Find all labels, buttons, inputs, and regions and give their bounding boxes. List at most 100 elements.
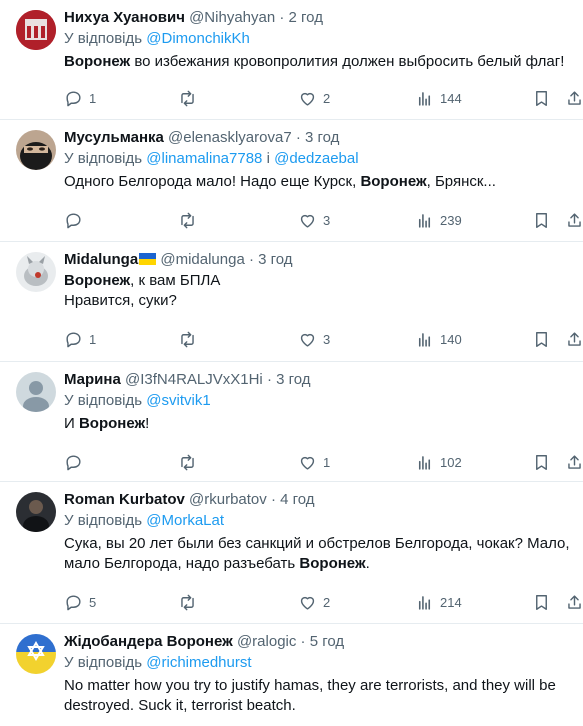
retweet-icon <box>178 453 197 472</box>
timestamp[interactable]: 2 год <box>289 9 323 26</box>
reply-mention-link[interactable]: @dedzaebal <box>274 150 358 167</box>
bookmark-button[interactable] <box>532 327 551 351</box>
timestamp[interactable]: 3 год <box>258 251 292 268</box>
retweet-icon <box>178 89 197 108</box>
timestamp[interactable]: 3 год <box>305 129 339 146</box>
share-icon <box>565 593 583 612</box>
views-button[interactable]: 144 <box>415 86 462 110</box>
tweet[interactable]: Midalunga @midalunga · 3 год Воронеж, к … <box>0 242 583 362</box>
separator-dot: · <box>270 491 276 508</box>
share-icon <box>565 453 583 472</box>
share-icon <box>565 89 583 108</box>
tweet[interactable]: Roman Kurbatov @rkurbatov · 4 год У відп… <box>0 482 583 624</box>
bookmark-button[interactable] <box>532 86 551 110</box>
tweet-text-bold: Воронеж <box>64 53 131 70</box>
tweet[interactable]: Нихуа Хуанович @Nihyahyan · 2 год У відп… <box>0 0 583 120</box>
views-icon <box>415 453 434 472</box>
retweet-button[interactable] <box>178 450 197 474</box>
separator-dot: · <box>279 9 285 26</box>
user-handle[interactable]: @rkurbatov <box>189 491 267 508</box>
user-handle[interactable]: @ralogic <box>237 633 296 650</box>
avatar[interactable] <box>16 252 56 292</box>
like-button[interactable]: 2 <box>298 590 330 614</box>
retweet-button[interactable] <box>178 327 197 351</box>
display-name[interactable]: Midalunga <box>64 251 138 268</box>
views-button[interactable]: 102 <box>415 450 462 474</box>
bookmark-button[interactable] <box>532 590 551 614</box>
display-name[interactable]: Roman Kurbatov <box>64 491 185 508</box>
user-handle[interactable]: @midalunga <box>160 251 244 268</box>
reply-icon <box>64 593 83 612</box>
reply-mention-link[interactable]: @richimedhurst <box>146 654 251 671</box>
display-name[interactable]: Марина <box>64 371 121 388</box>
avatar[interactable] <box>16 130 56 170</box>
share-button[interactable] <box>565 450 583 474</box>
bookmark-button[interactable] <box>532 208 551 232</box>
share-button[interactable] <box>565 208 583 232</box>
like-button[interactable]: 3 <box>298 208 330 232</box>
timestamp[interactable]: 3 год <box>276 371 310 388</box>
views-button[interactable]: 239 <box>415 208 462 232</box>
action-bar: 1 102 <box>60 450 583 474</box>
reply-button[interactable]: 5 <box>64 590 96 614</box>
reply-button[interactable] <box>64 450 89 474</box>
tweet[interactable]: Марина @I3fN4RALJVxX1Hi · 3 год У відпов… <box>0 362 583 482</box>
retweet-button[interactable] <box>178 590 197 614</box>
views-count: 144 <box>440 90 462 106</box>
avatar[interactable] <box>16 634 56 674</box>
share-button[interactable] <box>565 86 583 110</box>
reply-joiner: і <box>266 150 270 167</box>
user-handle[interactable]: @Nihyahyan <box>189 9 275 26</box>
separator-dot: · <box>248 251 254 268</box>
tweet[interactable]: Жідобандера Воронеж @ralogic · 5 год У в… <box>0 624 583 726</box>
likes-count: 3 <box>323 331 331 347</box>
replies-count: 1 <box>89 331 97 347</box>
reply-mention-link[interactable]: @MorkaLat <box>146 512 224 529</box>
share-button[interactable] <box>565 327 583 351</box>
reply-mention-link[interactable]: @svitvik1 <box>146 392 210 409</box>
tweet-text-span: Одного Белгорода мало! Надо еще Курск, <box>64 173 361 190</box>
reply-button[interactable]: 1 <box>64 327 96 351</box>
reply-button[interactable]: 1 <box>64 86 96 110</box>
tweet-text-bold: Воронеж <box>64 272 131 289</box>
like-button[interactable]: 3 <box>298 327 330 351</box>
retweet-button[interactable] <box>178 208 197 232</box>
bookmark-icon <box>532 593 551 612</box>
tweet[interactable]: Мусульманка @elenasklyarova7 · 3 год У в… <box>0 120 583 242</box>
timestamp[interactable]: 5 год <box>310 633 344 650</box>
views-icon <box>415 211 434 230</box>
share-button[interactable] <box>565 590 583 614</box>
views-button[interactable]: 214 <box>415 590 462 614</box>
user-handle[interactable]: @elenasklyarova7 <box>168 129 292 146</box>
separator-dot: · <box>266 371 272 388</box>
display-name[interactable]: Жідобандера Воронеж <box>64 633 233 650</box>
avatar[interactable] <box>16 372 56 412</box>
replying-to: У відповідь @MorkaLat <box>64 511 573 531</box>
reply-mention-link[interactable]: @DimonchikKh <box>146 30 250 47</box>
bookmark-button[interactable] <box>532 450 551 474</box>
reply-mention-link[interactable]: @linamalina7788 <box>146 150 262 167</box>
views-icon <box>415 330 434 349</box>
reply-icon <box>64 211 83 230</box>
reply-prefix: У відповідь <box>64 150 143 167</box>
like-button[interactable]: 1 <box>298 450 330 474</box>
ukraine-flag-icon <box>139 253 157 265</box>
like-button[interactable]: 2 <box>298 86 330 110</box>
replying-to: У відповідь @DimonchikKh <box>64 29 573 49</box>
tweet-text: Воронеж во избежания кровопролития долже… <box>64 52 573 72</box>
avatar[interactable] <box>16 492 56 532</box>
views-button[interactable]: 140 <box>415 327 462 351</box>
avatar[interactable] <box>16 10 56 50</box>
user-handle[interactable]: @I3fN4RALJVxX1Hi <box>125 371 263 388</box>
tweet-text-span: No matter how you try to justify hamas, … <box>64 677 556 694</box>
heart-icon <box>298 211 317 230</box>
reply-button[interactable] <box>64 208 89 232</box>
display-name[interactable]: Нихуа Хуанович <box>64 9 185 26</box>
likes-count: 3 <box>323 212 331 228</box>
tweet-text-bold: Воронеж <box>360 173 427 190</box>
separator-dot: · <box>295 129 301 146</box>
share-icon <box>565 330 583 349</box>
retweet-button[interactable] <box>178 86 197 110</box>
timestamp[interactable]: 4 год <box>280 491 314 508</box>
display-name[interactable]: Мусульманка <box>64 129 164 146</box>
